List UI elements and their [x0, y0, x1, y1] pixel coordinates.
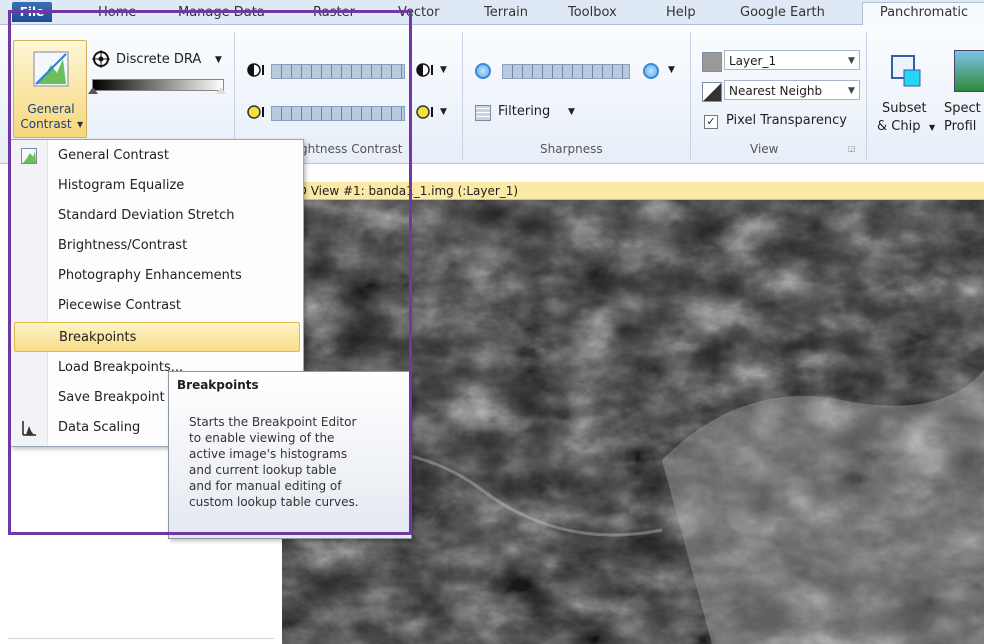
menu-item-label: General Contrast	[58, 148, 169, 163]
resample-icon	[702, 82, 722, 102]
menu-item-label: Data Scaling	[58, 420, 141, 435]
dra-left-handle[interactable]	[88, 87, 98, 94]
menu-item-general-contrast[interactable]: General Contrast	[11, 141, 303, 171]
tab-home[interactable]: Home	[98, 4, 136, 22]
menu-item-label: Breakpoints	[59, 330, 137, 345]
filtering-icon	[475, 105, 491, 121]
dra-gradient-bar[interactable]	[92, 79, 224, 91]
spectral-label-1: Spect	[944, 101, 981, 116]
sharpness-decrease-icon[interactable]	[475, 63, 491, 79]
tab-manage-data[interactable]: Manage Data	[178, 4, 265, 22]
subset-label-1: Subset	[882, 101, 927, 116]
chevron-down-icon[interactable]: ▼	[568, 107, 575, 117]
chevron-down-icon[interactable]: ▼	[668, 65, 675, 75]
chevron-down-icon: ▼	[77, 120, 84, 129]
layer-select[interactable]: Layer_1	[724, 50, 860, 70]
menu-item-label: Standard Deviation Stretch	[58, 208, 235, 223]
brightness-slider[interactable]	[271, 106, 405, 121]
sharpness-slider[interactable]	[502, 64, 630, 79]
chevron-down-icon: ▼	[848, 86, 855, 96]
dra-target-icon	[92, 50, 110, 68]
brightness-decrease-icon[interactable]	[247, 104, 265, 120]
breakpoints-tooltip: Breakpoints Starts the Breakpoint Editor…	[168, 371, 412, 539]
spectral-profile-icon	[954, 50, 984, 92]
tab-toolbox[interactable]: Toolbox	[568, 4, 617, 22]
menu-item-brightness-contrast[interactable]: Brightness/Contrast	[11, 231, 303, 261]
contrast-slider[interactable]	[271, 64, 405, 79]
subset-chip-icon	[888, 52, 924, 88]
ribbon-separator	[462, 32, 463, 160]
menu-item-label: Brightness/Contrast	[58, 238, 188, 253]
tab-raster[interactable]: Raster	[313, 4, 355, 22]
menu-item-label: Histogram Equalize	[58, 178, 185, 193]
menu-item-breakpoints[interactable]: Breakpoints	[14, 322, 300, 352]
spectral-profile-button[interactable]: Profil	[944, 119, 976, 134]
pixel-transparency-checkbox[interactable]: ✓	[704, 115, 718, 129]
chevron-down-icon: ▼	[929, 123, 936, 132]
menu-item-standard-deviation-stretch[interactable]: Standard Deviation Stretch	[11, 201, 303, 231]
tab-vector[interactable]: Vector	[398, 4, 439, 22]
histogram-icon	[22, 421, 36, 436]
tooltip-line: custom lookup table curves.	[189, 495, 359, 509]
ribbon-separator	[690, 32, 691, 160]
general-contrast-label-2: Contrast	[20, 117, 72, 131]
discrete-dra-dropdown[interactable]: Discrete DRA	[116, 52, 201, 67]
dra-right-handle[interactable]	[216, 87, 226, 94]
general-contrast-button[interactable]: General Contrast ▼	[13, 40, 87, 138]
brightness-contrast-group-label: ghtness Contrast	[300, 142, 403, 156]
chevron-down-icon: ▼	[848, 56, 855, 66]
menu-item-label: Save Breakpoint	[58, 390, 165, 405]
menu-item-piecewise-contrast[interactable]: Piecewise Contrast	[11, 291, 303, 321]
sharpness-group-label: Sharpness	[540, 142, 603, 156]
tooltip-title: Breakpoints	[177, 378, 259, 392]
tab-help[interactable]: Help	[666, 4, 696, 22]
layer-icon	[702, 52, 722, 72]
menu-item-histogram-equalize[interactable]: Histogram Equalize	[11, 171, 303, 201]
chevron-down-icon[interactable]: ▼	[440, 107, 447, 117]
menu-item-label: Photography Enhancements	[58, 268, 242, 283]
chevron-down-icon: ▼	[215, 55, 222, 65]
dialog-launcher-icon[interactable]: ◲	[848, 144, 856, 153]
contrast-increase-icon[interactable]	[416, 62, 434, 78]
brightness-increase-icon[interactable]	[416, 104, 434, 120]
tooltip-line: and current lookup table	[189, 463, 337, 477]
tab-file[interactable]: File	[12, 2, 52, 22]
contrast-chart-icon	[33, 51, 69, 87]
general-contrast-label-1: General	[27, 102, 75, 116]
tooltip-line: Starts the Breakpoint Editor	[189, 415, 357, 429]
contrast-decrease-icon[interactable]	[247, 62, 265, 78]
view-group-label: View	[750, 142, 779, 156]
menu-item-photography-enhancements[interactable]: Photography Enhancements	[11, 261, 303, 291]
menu-item-label: Load Breakpoints...	[58, 360, 184, 375]
resample-select[interactable]: Nearest Neighb	[724, 80, 860, 100]
pixel-transparency-label: Pixel Transparency	[726, 113, 847, 128]
tab-panchromatic[interactable]: Panchromatic	[862, 2, 984, 25]
menu-item-label: Piecewise Contrast	[58, 298, 182, 313]
tooltip-line: to enable viewing of the	[189, 431, 335, 445]
contrast-chart-icon	[21, 148, 37, 164]
tooltip-line: and for manual editing of	[189, 479, 342, 493]
subset-chip-button[interactable]: & Chip	[877, 119, 920, 134]
panel-divider	[8, 638, 274, 639]
tooltip-body: Starts the Breakpoint Editor to enable v…	[189, 414, 401, 510]
view-title-bar[interactable]: 2D View #1: banda1_1.img (:Layer_1)	[282, 182, 984, 200]
tab-terrain[interactable]: Terrain	[484, 4, 528, 22]
tab-google-earth[interactable]: Google Earth	[740, 4, 825, 22]
chevron-down-icon[interactable]: ▼	[440, 65, 447, 75]
tooltip-line: active image's histograms	[189, 447, 348, 461]
ribbon-tab-bar: File Home Manage Data Raster Vector Terr…	[0, 0, 984, 25]
ribbon-separator	[866, 32, 867, 160]
filtering-dropdown[interactable]: Filtering	[498, 104, 550, 119]
sharpness-increase-icon[interactable]	[643, 63, 659, 79]
